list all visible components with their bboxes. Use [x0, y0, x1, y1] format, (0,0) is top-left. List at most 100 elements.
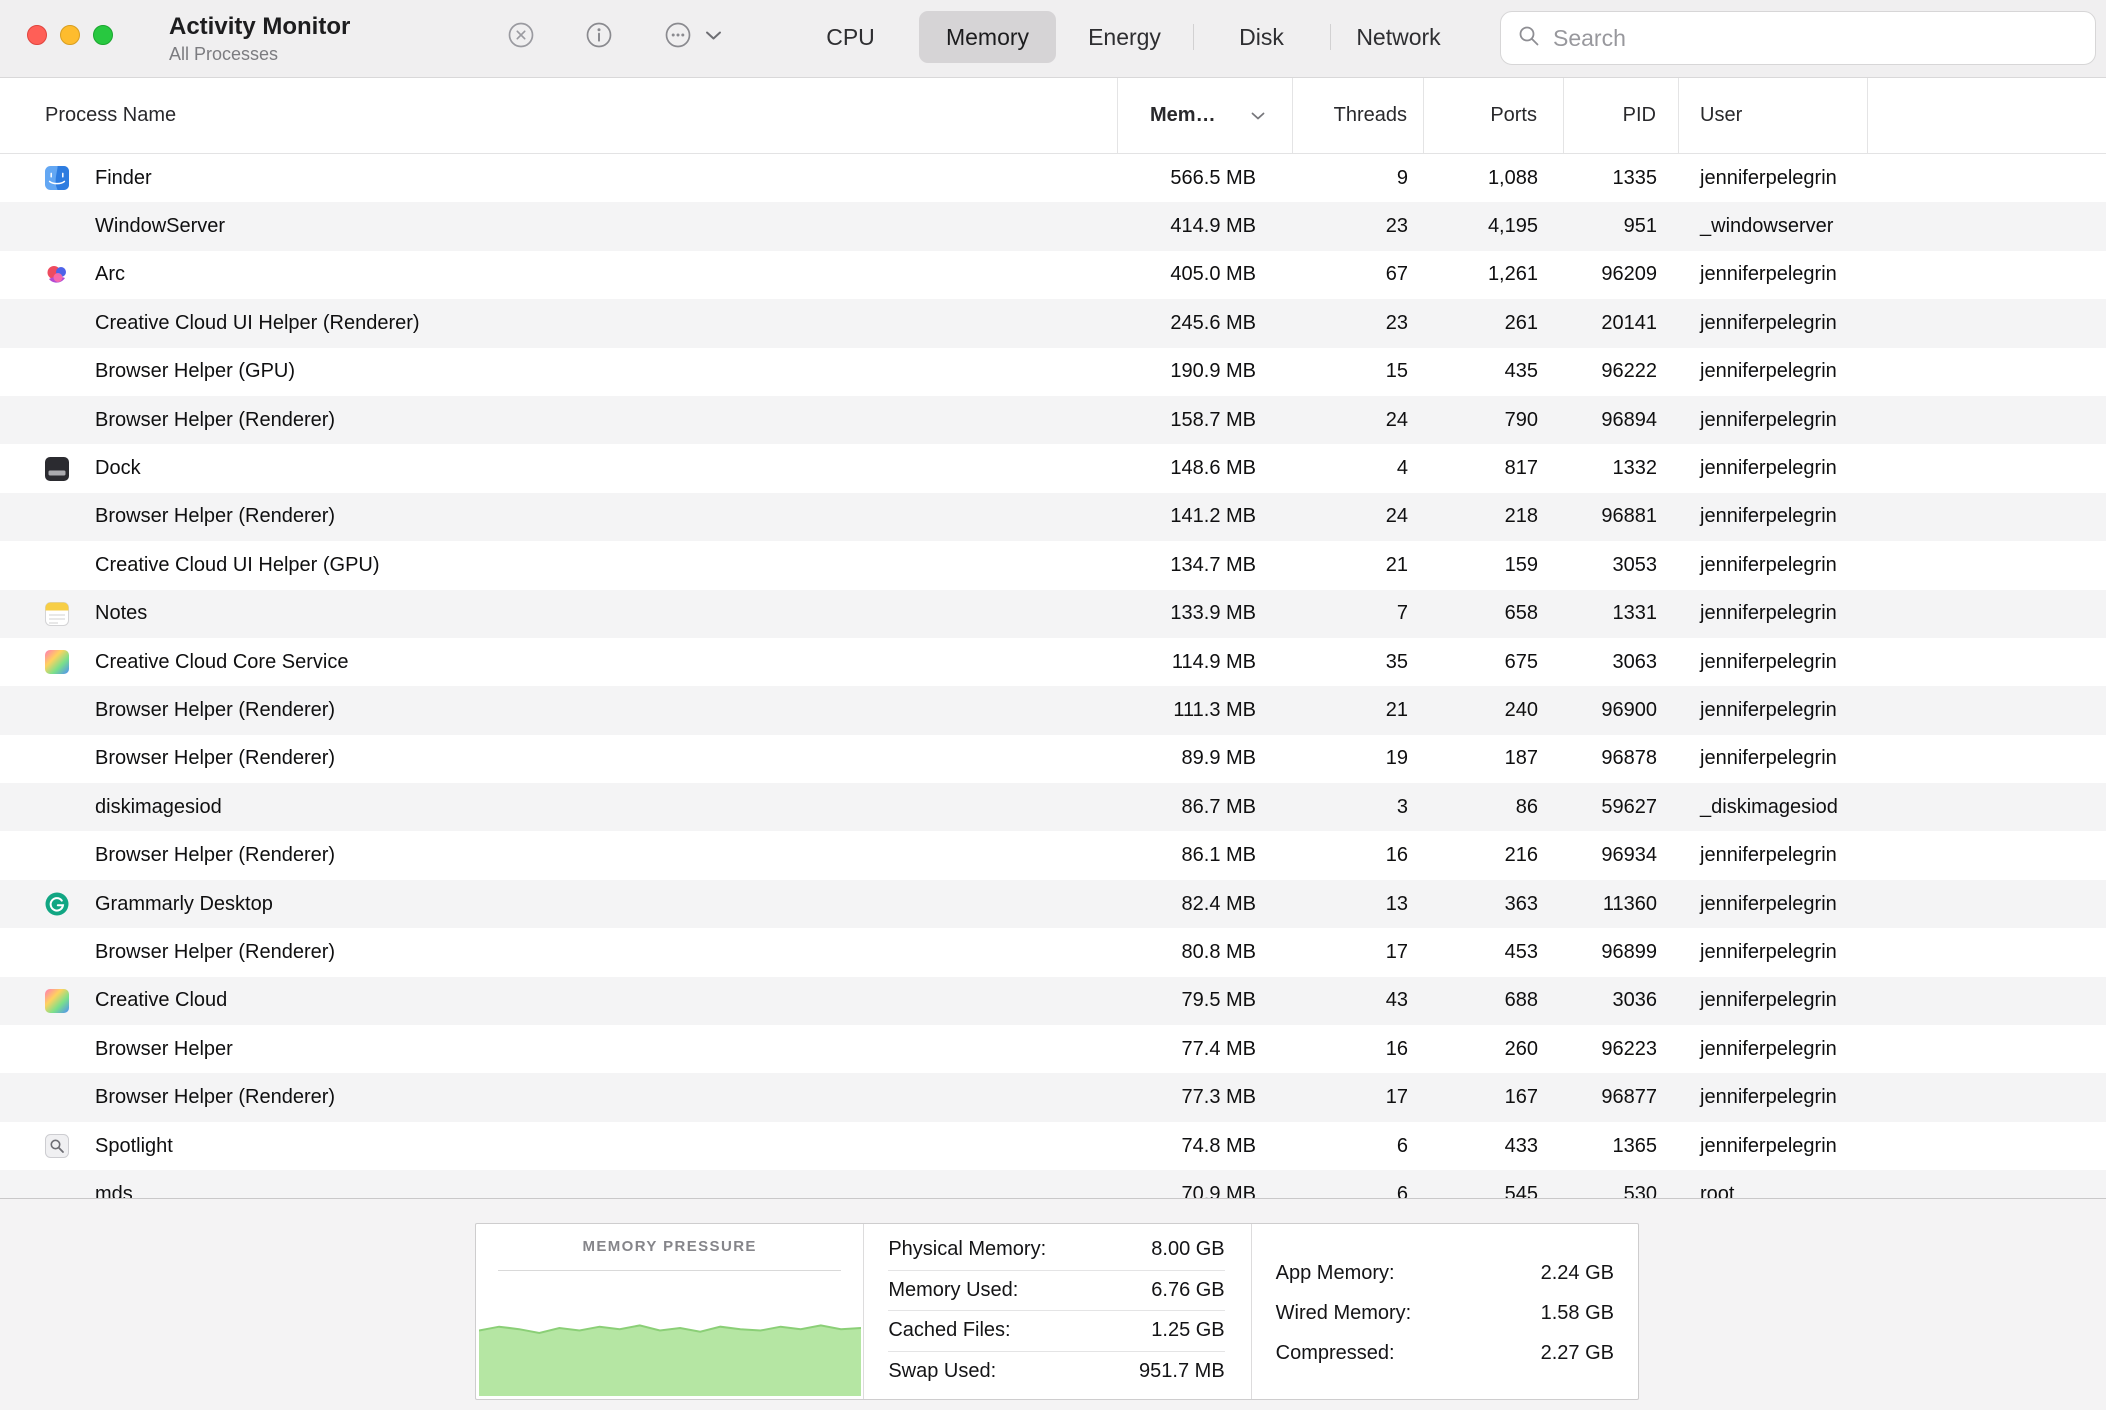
user-cell: jenniferpelegrin [1679, 602, 1868, 625]
table-row[interactable]: Browser Helper77.4 MB1626096223jenniferp… [0, 1025, 2106, 1073]
process-name-cell: Creative Cloud UI Helper (Renderer) [0, 311, 1118, 335]
threads-cell: 21 [1293, 699, 1424, 722]
process-name: Creative Cloud [95, 989, 227, 1012]
table-row[interactable]: Browser Helper (Renderer)86.1 MB16216969… [0, 831, 2106, 879]
inspect-process-button[interactable] [583, 19, 615, 54]
ports-cell: 218 [1424, 505, 1564, 528]
zoom-window-button[interactable] [93, 25, 113, 45]
no-icon [45, 1037, 69, 1061]
stat-value: 2.24 GB [1541, 1262, 1614, 1285]
more-options-button[interactable] [662, 19, 730, 54]
table-row[interactable]: Browser Helper (Renderer)158.7 MB2479096… [0, 396, 2106, 444]
table-row[interactable]: Browser Helper (Renderer)80.8 MB17453968… [0, 928, 2106, 976]
process-name: mds [95, 1183, 133, 1198]
memory-cell: 79.5 MB [1118, 989, 1293, 1012]
pid-cell: 951 [1564, 215, 1679, 238]
stat-row: Swap Used: 951.7 MB [888, 1352, 1224, 1392]
tab-energy[interactable]: Energy [1056, 11, 1193, 63]
process-name-cell: Finder [0, 166, 1118, 190]
ports-cell: 159 [1424, 554, 1564, 577]
table-row[interactable]: Browser Helper (Renderer)89.9 MB19187968… [0, 735, 2106, 783]
memory-cell: 86.7 MB [1118, 796, 1293, 819]
table-row[interactable]: Browser Helper (Renderer) 111.3 MB2124096… [0, 686, 2106, 734]
tab-disk[interactable]: Disk [1193, 11, 1330, 63]
threads-cell: 19 [1293, 747, 1424, 770]
table-row[interactable]: Creative Cloud UI Helper (Renderer)245.6… [0, 299, 2106, 347]
threads-cell: 13 [1293, 893, 1424, 916]
tab-network[interactable]: Network [1330, 11, 1467, 63]
threads-cell: 15 [1293, 360, 1424, 383]
memory-cell: 405.0 MB [1118, 263, 1293, 286]
table-row[interactable]: Notes133.9 MB76581331jenniferpelegrin [0, 590, 2106, 638]
table-row[interactable]: WindowServer414.9 MB234,195951_windowser… [0, 202, 2106, 250]
pid-cell: 530 [1564, 1183, 1679, 1198]
memory-cell: 70.9 MB [1118, 1183, 1293, 1198]
process-name: Browser Helper (Renderer) [95, 747, 335, 770]
pid-cell: 1335 [1564, 167, 1679, 190]
memory-cell: 190.9 MB [1118, 360, 1293, 383]
no-icon [45, 360, 69, 384]
process-name-cell: Creative Cloud Core Service [0, 650, 1118, 674]
table-row[interactable]: Dock148.6 MB48171332jenniferpelegrin [0, 444, 2106, 492]
table-row[interactable]: Browser Helper (Renderer)141.2 MB2421896… [0, 493, 2106, 541]
column-header-ports[interactable]: Ports [1424, 78, 1564, 153]
sort-descending-icon [1250, 104, 1266, 127]
column-header-threads[interactable]: Threads [1293, 78, 1424, 153]
threads-cell: 24 [1293, 409, 1424, 432]
pid-cell: 96900 [1564, 699, 1679, 722]
column-header-process-name[interactable]: Process Name [0, 78, 1118, 153]
user-cell: jenniferpelegrin [1679, 1086, 1868, 1109]
memory-cell: 111.3 MB [1118, 699, 1293, 722]
column-header-memory[interactable]: Mem… [1118, 78, 1293, 153]
minimize-window-button[interactable] [60, 25, 80, 45]
search-field[interactable] [1500, 11, 2096, 65]
stat-label: Cached Files: [888, 1319, 1010, 1342]
process-name-cell: Browser Helper (Renderer) [0, 1086, 1118, 1110]
quit-process-button[interactable] [505, 19, 537, 54]
search-input[interactable] [1553, 25, 2079, 52]
table-row[interactable]: Creative Cloud79.5 MB436883036jenniferpe… [0, 977, 2106, 1025]
table-row[interactable]: Browser Helper (GPU)190.9 MB1543596222je… [0, 348, 2106, 396]
table-row[interactable]: diskimagesiod86.7 MB38659627_diskimagesi… [0, 783, 2106, 831]
user-cell: jenniferpelegrin [1679, 651, 1868, 674]
window-subtitle: All Processes [169, 44, 350, 65]
pid-cell: 59627 [1564, 796, 1679, 819]
view-tabs: CPUMemoryEnergyDiskNetwork [782, 11, 1467, 63]
table-row[interactable]: Creative Cloud Core Service114.9 MB35675… [0, 638, 2106, 686]
stat-value: 951.7 MB [1139, 1360, 1225, 1383]
threads-cell: 3 [1293, 796, 1424, 819]
memory-cell: 82.4 MB [1118, 893, 1293, 916]
threads-cell: 9 [1293, 167, 1424, 190]
user-cell: jenniferpelegrin [1679, 554, 1868, 577]
creative-cloud-icon [45, 650, 69, 674]
stat-label: Swap Used: [888, 1360, 996, 1383]
table-row[interactable]: Arc405.0 MB671,26196209jenniferpelegrin [0, 251, 2106, 299]
x-circle-icon [505, 39, 537, 54]
process-name: Finder [95, 167, 152, 190]
table-row[interactable]: Spotlight74.8 MB64331365jenniferpelegrin [0, 1122, 2106, 1170]
close-window-button[interactable] [27, 25, 47, 45]
user-cell: _diskimagesiod [1679, 796, 1868, 819]
table-row[interactable]: Finder566.5 MB91,0881335jenniferpelegrin [0, 154, 2106, 202]
ports-cell: 240 [1424, 699, 1564, 722]
table-row[interactable]: Creative Cloud UI Helper (GPU)134.7 MB21… [0, 541, 2106, 589]
table-row[interactable]: Grammarly Desktop82.4 MB1336311360jennif… [0, 880, 2106, 928]
process-name-cell: Dock [0, 457, 1118, 481]
stat-value: 1.25 GB [1151, 1319, 1224, 1342]
threads-cell: 6 [1293, 1183, 1424, 1198]
process-name: Creative Cloud UI Helper (Renderer) [95, 312, 420, 335]
memory-pressure-section: MEMORY PRESSURE [476, 1224, 863, 1399]
ports-cell: 433 [1424, 1135, 1564, 1158]
no-icon [45, 1182, 69, 1198]
threads-cell: 21 [1293, 554, 1424, 577]
column-header-user[interactable]: User [1679, 78, 1868, 153]
notes-icon [45, 602, 69, 626]
table-row[interactable]: mds70.9 MB6545530root [0, 1170, 2106, 1198]
tab-cpu[interactable]: CPU [782, 11, 919, 63]
column-header-pid[interactable]: PID [1564, 78, 1679, 153]
table-row[interactable]: Browser Helper (Renderer)77.3 MB17167968… [0, 1073, 2106, 1121]
no-icon [45, 408, 69, 432]
activity-monitor-window: Activity Monitor All Processes CPUMemory… [0, 0, 2106, 1410]
process-name: Browser Helper (Renderer) [95, 699, 335, 722]
tab-memory[interactable]: Memory [919, 11, 1056, 63]
